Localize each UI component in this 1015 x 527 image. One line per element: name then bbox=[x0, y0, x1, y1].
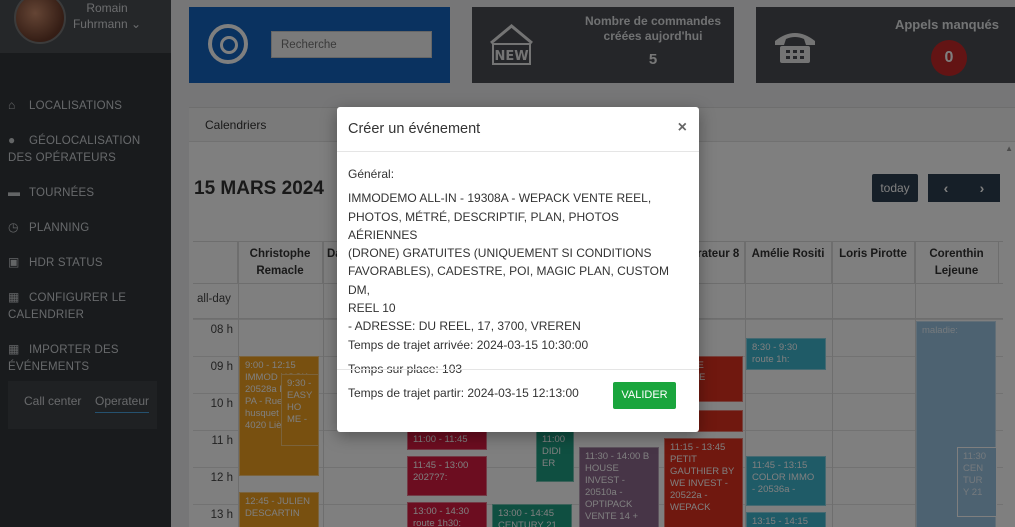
create-event-modal: Créer un événement × Général: IMMODEMO A… bbox=[337, 107, 699, 432]
description-line: (DRONE) GRATUITES (UNIQUEMENT SI CONDITI… bbox=[348, 246, 652, 261]
description-line: PHOTOS, MÉTRÉ, DESCRIPTIF, PLAN, PHOTOS … bbox=[348, 209, 619, 242]
close-icon[interactable]: × bbox=[678, 119, 687, 137]
arrival-travel-time: Temps de trajet arrivée: 2024-03-15 10:3… bbox=[348, 337, 589, 352]
modal-header: Créer un événement × bbox=[337, 107, 699, 152]
description-line: IMMODEMO ALL-IN - 19308A - WEPACK VENTE … bbox=[348, 191, 652, 206]
general-label: Général: bbox=[348, 167, 395, 181]
description-line: FAVORABLES), CADESTRE, POI, MAGIC PLAN, … bbox=[348, 264, 669, 297]
validate-button[interactable]: VALIDER bbox=[613, 382, 676, 409]
modal-body: Général: IMMODEMO ALL-IN - 19308A - WEPA… bbox=[337, 152, 699, 403]
description-line: - ADRESSE: DU REEL, 17, 3700, VREREN bbox=[348, 319, 581, 334]
modal-footer: VALIDER bbox=[337, 369, 699, 432]
description-line: REEL 10 bbox=[348, 301, 396, 316]
modal-title: Créer un événement bbox=[348, 121, 481, 137]
